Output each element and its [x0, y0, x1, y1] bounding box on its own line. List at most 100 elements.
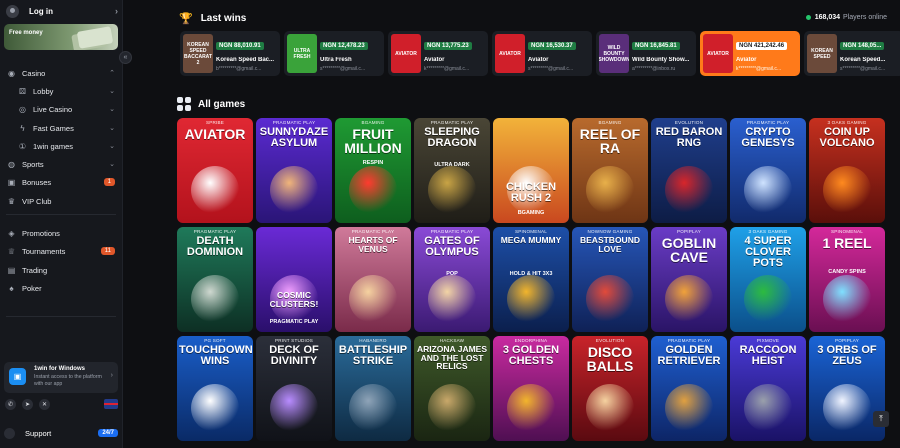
casino-chip-icon: ◉	[8, 68, 15, 78]
game-tile-sleeping-dragon[interactable]: PRAGMATIC PLAY SLEEPING DRAGON ULTRA DARK	[414, 118, 490, 223]
sidebar-item-fast-games[interactable]: ϟ Fast Games ⌄	[0, 119, 123, 137]
last-win-card[interactable]: KOREAN SPEED BACCARAT 2 NGN 88,010.91 Kore…	[180, 31, 280, 76]
game-tile-chicken-rush-2[interactable]: CHICKEN RUSH 2 BGAMING	[493, 118, 569, 223]
scroll-to-top-button[interactable]: ⤒	[873, 411, 889, 427]
telegram-icon[interactable]: ➤	[22, 398, 33, 410]
win-user: k*********@gmail.c...	[736, 66, 782, 72]
live-icon: ◎	[19, 104, 26, 114]
collapse-sidebar-button[interactable]: «	[119, 51, 132, 64]
windows-app-card[interactable]: ▣ 1win for Windows Instant access to the…	[4, 362, 118, 393]
count-badge: 1	[103, 178, 115, 186]
x-twitter-icon[interactable]: ✕	[39, 398, 50, 410]
support-button[interactable]: Support 24/7	[4, 426, 118, 440]
win-amount: NGN 421,242.46	[736, 42, 788, 50]
players-online-count: 168,034	[814, 14, 841, 21]
game-title: BATTLESHIP STRIKE	[338, 344, 408, 367]
game-tile-crypto-genesys[interactable]: PRAGMATIC PLAY CRYPTO GENESYS	[730, 118, 806, 223]
game-tile-death-dominion[interactable]: PRAGMATIC PLAY DEATH DOMINION	[177, 227, 253, 332]
sidebar-item-promotions[interactable]: ◈ Promotions	[0, 224, 123, 242]
game-artwork	[507, 275, 555, 323]
game-provider: SPINOMENAL	[830, 229, 864, 234]
game-tile-disco-balls[interactable]: EVOLUTION DISCO BALLS	[572, 336, 648, 441]
game-tile-sunnydaze-asylum[interactable]: PRAGMATIC PLAY SUNNYDAZE ASYLUM	[256, 118, 332, 223]
game-tile-coin-up-volcano[interactable]: 3 OAKS GAMING COIN UP VOLCANO	[809, 118, 885, 223]
game-subtitle: ULTRA DARK	[434, 162, 470, 168]
login-button[interactable]: Log in ›	[6, 2, 118, 20]
last-win-card[interactable]: ULTRA FRESH NGN 12,478.23 Ultra Fresh s****…	[284, 31, 384, 76]
language-flag-icon[interactable]	[104, 399, 118, 409]
game-tile-battleship-strike[interactable]: HABANERO BATTLESHIP STRIKE	[335, 336, 411, 441]
last-win-card[interactable]: AVIATOR NGN 16,530.37 Aviator s*********@gm…	[492, 31, 592, 76]
game-tile-beastbound-love[interactable]: NOWNOW GAMING BEASTBOUND LOVE	[572, 227, 648, 332]
game-tile-arizona-james-and-the-lost-relics[interactable]: HACKSAW ARIZONA JAMES AND THE LOST RELICS	[414, 336, 490, 441]
game-tile-touchdown-wins[interactable]: PG SOFT TOUCHDOWN WINS	[177, 336, 253, 441]
ball-icon: ◍	[8, 159, 15, 169]
sidebar-item-sports[interactable]: ◍ Sports ⌄	[0, 155, 123, 173]
sidebar-item-lobby[interactable]: ⚄ Lobby ⌄	[0, 82, 123, 100]
game-thumbnail: ULTRA FRESH	[287, 34, 317, 73]
game-tile-fruit-million[interactable]: BGAMING FRUIT MILLION RESPIN	[335, 118, 411, 223]
sidebar-item-bonuses[interactable]: ▣ Bonuses 1	[0, 173, 123, 191]
sidebar-item-trading[interactable]: ▤ Trading	[0, 261, 123, 279]
win-game-name: Korean Speed...	[840, 57, 886, 63]
sidebar-item-poker[interactable]: ♠ Poker	[0, 279, 123, 297]
all-games-header: All games	[177, 97, 245, 111]
chevron-right-icon: ›	[115, 6, 118, 16]
game-subtitle: PRAGMATIC PLAY	[269, 319, 319, 325]
game-tile-3-golden-chests[interactable]: ENDORPHINA 3 GOLDEN CHESTS	[493, 336, 569, 441]
grid-icon	[177, 97, 191, 111]
sidebar-item-1win-games[interactable]: ① 1win games ⌄	[0, 137, 123, 155]
cards-icon: ♠	[9, 283, 14, 293]
sidebar: Log in › Free money ◉ Casino ⌃ ⚄ Lobby ⌄ ◎ Live…	[0, 0, 123, 448]
last-win-card[interactable]: WILD BOUNTY SHOWDOWN NGN 16,845.81 Wild Bo…	[596, 31, 696, 76]
game-artwork	[823, 384, 871, 432]
game-title: SLEEPING DRAGON	[424, 126, 480, 149]
game-tile-raccoon-heist[interactable]: PIXMOVE RACCOON HEIST	[730, 336, 806, 441]
whatsapp-icon[interactable]: ✆	[5, 398, 16, 410]
game-artwork	[428, 275, 476, 323]
social-links: ✆ ➤ ✕	[5, 398, 118, 410]
game-artwork	[270, 166, 318, 214]
game-title: RACCOON HEIST	[739, 344, 797, 367]
game-tile-reel-of-ra[interactable]: BGAMING REEL OF RA	[572, 118, 648, 223]
last-win-card[interactable]: KOREAN SPEED NGN 148,05... Korean Speed...…	[804, 31, 900, 76]
chevron-icon: ⌄	[109, 143, 115, 150]
game-provider: PIXMOVE	[756, 338, 780, 343]
game-title: COSMIC CLUSTERS!	[269, 290, 319, 309]
game-tile-golden-retriever[interactable]: PRAGMATIC PLAY GOLDEN RETRIEVER	[651, 336, 727, 441]
game-artwork	[823, 275, 871, 323]
game-tile-red-baron-rng[interactable]: EVOLUTION RED BARON RNG	[651, 118, 727, 223]
chevron-icon: ⌄	[109, 106, 115, 113]
win-amount: NGN 13,775.23	[424, 42, 472, 50]
game-tile-goblin-cave[interactable]: POPIPLAY GOBLIN CAVE	[651, 227, 727, 332]
win-user: s*********@gmail.c...	[528, 66, 574, 72]
game-artwork	[586, 275, 634, 323]
game-tile-gates-of-olympus[interactable]: PRAGMATIC PLAY GATES OF OLYMPUS POP	[414, 227, 490, 332]
sidebar-item-tournaments[interactable]: ♕ Tournaments 11	[0, 242, 123, 260]
game-tile-aviator[interactable]: SPRIBE AVIATOR	[177, 118, 253, 223]
sidebar-item-live-casino[interactable]: ◎ Live Casino ⌄	[0, 100, 123, 118]
last-win-card[interactable]: AVIATOR NGN 13,775.23 Aviator k*********@gm…	[388, 31, 488, 76]
game-tile-4-super-clover-pots[interactable]: 3 OAKS GAMING 4 SUPER CLOVER POTS	[730, 227, 806, 332]
game-provider: BGAMING	[598, 120, 622, 125]
sidebar-item-label: Promotions	[22, 228, 60, 238]
game-thumbnail: WILD BOUNTY SHOWDOWN	[599, 34, 629, 73]
game-tile-deck-of-divinity[interactable]: PRINT STUDIOS DECK OF DIVINITY	[256, 336, 332, 441]
sidebar-item-label: Bonuses	[22, 177, 52, 187]
game-tile-mega-mummy[interactable]: SPINOMENAL MEGA MUMMY HOLD & HIT 3X3	[493, 227, 569, 332]
last-win-card[interactable]: AVIATOR NGN 421,242.46 Aviator k*********@g…	[700, 31, 800, 76]
sidebar-item-casino[interactable]: ◉ Casino ⌃	[0, 64, 123, 82]
win-game-name: Aviator	[528, 57, 549, 63]
game-title: 1 REEL	[822, 235, 872, 251]
free-money-banner[interactable]: Free money	[4, 24, 118, 50]
game-tile-hearts-of-venus[interactable]: PRAGMATIC PLAY HEARTS OF VENUS	[335, 227, 411, 332]
sidebar-item-vip-club[interactable]: ♛ VIP Club	[0, 192, 123, 210]
game-artwork	[191, 166, 239, 214]
game-title: DISCO BALLS	[586, 344, 634, 374]
players-online: 168,034 Players online	[805, 14, 887, 21]
game-provider: 3 OAKS GAMING	[827, 120, 867, 125]
game-provider: PRINT STUDIOS	[275, 338, 313, 343]
game-tile-1-reel[interactable]: SPINOMENAL 1 REEL CANDY SPINS	[809, 227, 885, 332]
chevron-icon: ⌄	[109, 88, 115, 95]
game-tile-cosmic-clusters[interactable]: COSMIC CLUSTERS! PRAGMATIC PLAY	[256, 227, 332, 332]
